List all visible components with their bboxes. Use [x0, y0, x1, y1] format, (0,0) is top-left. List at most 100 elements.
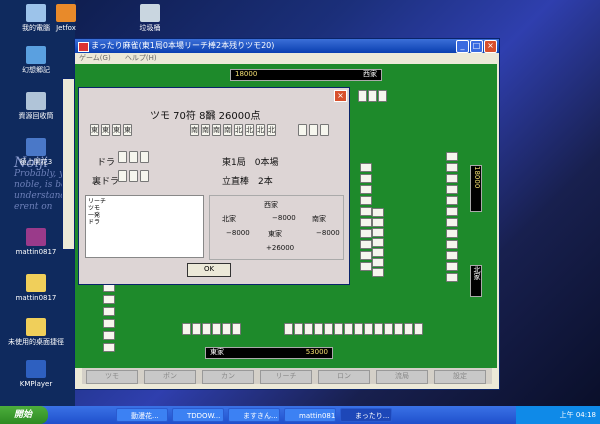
mahjong-tile — [118, 151, 127, 163]
yaku-item: ドラ — [88, 219, 101, 226]
mahjong-tile — [372, 268, 384, 277]
mahjong-tile — [368, 90, 377, 102]
mahjong-tile: 南 — [223, 124, 232, 136]
mahjong-tile — [298, 124, 307, 136]
mahjong-tile — [103, 343, 115, 352]
south-value: −8000 — [316, 229, 340, 237]
ron-button[interactable]: ロン — [318, 370, 370, 384]
desktop-icon-label: 幻想郷記 — [22, 66, 50, 74]
mahjong-tile — [182, 323, 191, 335]
riichi-button[interactable]: リーチ — [260, 370, 312, 384]
riichi-info: 立直棒 2本 — [222, 177, 273, 187]
taskbar-item[interactable]: 動漫花... — [116, 408, 168, 422]
score-top-wind: 西家 — [363, 70, 377, 78]
pon-button[interactable]: ポン — [144, 370, 196, 384]
mahjong-tile — [232, 323, 241, 335]
action-bar: ツモ ポン カン リーチ ロン 流局 設定 — [82, 368, 492, 384]
desktop-icon-label: 極上開花3 — [19, 158, 53, 166]
menu-help[interactable]: ヘルプ(H) — [125, 54, 157, 62]
game-icon — [26, 138, 46, 156]
desktop-icon-unused-shortcuts[interactable]: 未使用的桌面捷徑 — [4, 318, 68, 346]
taskbar-item[interactable]: TDDOW... — [172, 408, 224, 422]
dialog-close-button[interactable]: × — [334, 90, 347, 102]
app-icon — [78, 42, 89, 52]
west-label: 西家 — [264, 201, 278, 209]
recycle-bin-icon — [26, 92, 46, 110]
kan-button[interactable]: カン — [202, 370, 254, 384]
yaku-list: リーチ ツモ 一発 ドラ — [85, 195, 204, 258]
mahjong-tile — [372, 258, 384, 267]
close-button[interactable]: × — [484, 40, 497, 53]
mahjong-tile — [360, 251, 372, 260]
desktop-icon-trash[interactable]: 垃圾桶 — [118, 4, 182, 32]
ryuukyoku-button[interactable]: 流局 — [376, 370, 428, 384]
taskbar-item[interactable]: mattin0817 — [284, 408, 336, 422]
mahjong-tile — [446, 163, 458, 172]
system-tray: 上午 04:18 — [516, 406, 600, 424]
desktop-icon-archive[interactable]: mattin0817 — [4, 228, 68, 256]
mahjong-tile: 北 — [245, 124, 254, 136]
mahjong-tile — [360, 174, 372, 183]
mahjong-tile — [222, 323, 231, 335]
mahjong-tile — [446, 185, 458, 194]
desktop-icon-gensokyo[interactable]: 幻想郷記 — [4, 46, 68, 74]
east-label: 東家 — [268, 230, 282, 238]
mahjong-tile — [374, 323, 383, 335]
mahjong-tile: 東 — [112, 124, 121, 136]
score-right-wind: 北家 — [470, 265, 482, 297]
mahjong-tile — [324, 323, 333, 335]
window-titlebar[interactable]: まったり麻雀(東1局0本場リーチ棒2本残りツモ20) _ □ × — [75, 39, 499, 53]
mahjong-tile — [360, 185, 372, 194]
start-button[interactable]: 開始 — [0, 406, 48, 424]
maximize-button[interactable]: □ — [470, 40, 483, 53]
desktop-icon-game[interactable]: 極上開花3 — [4, 138, 68, 166]
mahjong-tile: 南 — [212, 124, 221, 136]
mahjong-tile — [360, 240, 372, 249]
mahjong-tile — [394, 323, 403, 335]
mahjong-tile — [212, 323, 221, 335]
mahjong-tile — [446, 229, 458, 238]
score-bottom-points: 53000 — [305, 348, 328, 356]
north-value: −8000 — [226, 229, 250, 237]
media-player-icon — [26, 360, 46, 378]
desktop-icon-folder[interactable]: mattin0817 — [4, 274, 68, 302]
mahjong-tile — [334, 323, 343, 335]
taskbar-item-active[interactable]: まったり... — [340, 408, 392, 422]
north-label: 北家 — [222, 215, 236, 223]
mahjong-tile — [360, 229, 372, 238]
mahjong-tile — [284, 323, 293, 335]
mahjong-tile — [446, 218, 458, 227]
tsumo-button[interactable]: ツモ — [86, 370, 138, 384]
desktop-icon-recycle[interactable]: 資源回收筒 — [4, 92, 68, 120]
settings-button[interactable]: 設定 — [434, 370, 486, 384]
mahjong-tile — [414, 323, 423, 335]
archive-icon — [26, 228, 46, 246]
west-value: −8000 — [272, 214, 296, 222]
app-icon — [26, 46, 46, 64]
yaku-item: リーチ — [88, 198, 107, 205]
mahjong-tile — [372, 218, 384, 227]
mahjong-tile — [360, 207, 372, 216]
mahjong-tile — [446, 251, 458, 260]
clock: 上午 04:18 — [559, 411, 596, 419]
taskbar: 開始 動漫花... TDDOW... ますきん... mattin0817 まっ… — [0, 406, 600, 424]
desktop-icon-jetfox[interactable]: Jetfox — [34, 4, 98, 32]
desktop-icon-kmplayer[interactable]: KMPlayer — [4, 360, 68, 388]
taskbar-item[interactable]: ますきん... — [228, 408, 280, 422]
ok-button[interactable]: OK — [187, 263, 231, 277]
menu-game[interactable]: ゲーム(G) — [79, 54, 111, 62]
mahjong-tile — [192, 323, 201, 335]
mahjong-tile — [446, 240, 458, 249]
folder-icon — [26, 274, 46, 292]
mahjong-tile — [202, 323, 211, 335]
mahjong-tile — [354, 323, 363, 335]
trash-icon — [140, 4, 160, 22]
window-title: まったり麻雀(東1局0本場リーチ棒2本残りツモ20) — [91, 41, 275, 50]
desktop-icon-label: KMPlayer — [19, 380, 53, 388]
minimize-button[interactable]: _ — [456, 40, 469, 53]
mahjong-tile — [360, 163, 372, 172]
south-label: 南家 — [312, 215, 326, 223]
mahjong-tile — [446, 262, 458, 271]
score-top: 18000 西家 — [230, 69, 382, 81]
mahjong-tile: 東 — [123, 124, 132, 136]
